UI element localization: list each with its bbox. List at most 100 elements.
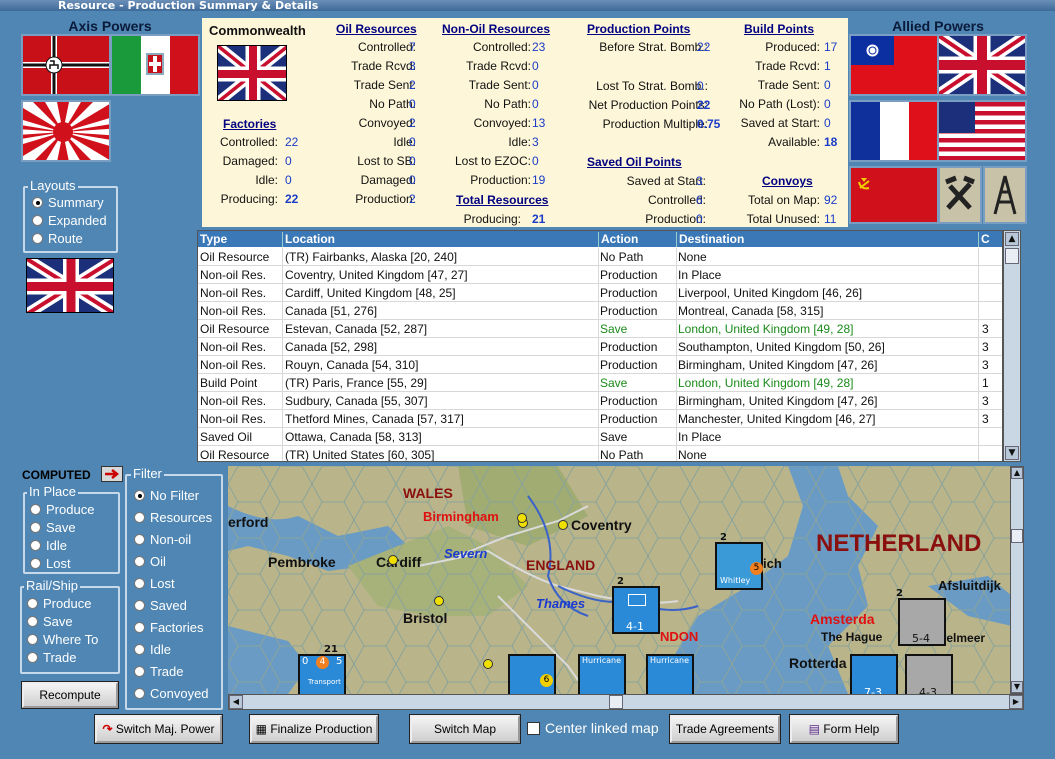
- unit-xxx-3[interactable]: 4-3: [905, 654, 953, 694]
- unit-xxx-1[interactable]: 2 5-4: [896, 588, 946, 646]
- china-flag-cell[interactable]: [849, 34, 939, 96]
- city-birmingham-dot[interactable]: [517, 513, 527, 523]
- in_place-option-radio[interactable]: Lost: [30, 556, 71, 572]
- japan-flag: [3, 102, 123, 162]
- city-coventry-dot-2[interactable]: [558, 520, 568, 530]
- table-row[interactable]: Non-oil Res. Cardiff, United Kingdom [48,…: [198, 284, 1002, 302]
- rail_ship-option-radio[interactable]: Where To: [27, 632, 98, 648]
- filter-option-radio[interactable]: Non-oil: [134, 532, 191, 548]
- oil-value: 0: [409, 135, 416, 149]
- col-action-header[interactable]: Action: [598, 232, 638, 247]
- country-name: Commonwealth: [209, 23, 306, 38]
- in_place-option-radio[interactable]: Save: [30, 520, 76, 536]
- computed-arrow-button[interactable]: [101, 466, 123, 482]
- total-label: Producing:: [463, 212, 521, 226]
- filter-option-label: No Filter: [150, 488, 200, 503]
- ussr-flag-cell[interactable]: [849, 166, 939, 224]
- table-row[interactable]: Build Point (TR) Paris, France [55, 29] Sa…: [198, 374, 1002, 392]
- finalize-production-button[interactable]: ▦ Finalize Production: [249, 714, 379, 744]
- map-hscroll-thumb[interactable]: [609, 695, 623, 709]
- nonoil-label: Idle:: [508, 135, 531, 149]
- table-row[interactable]: Saved Oil Ottawa, Canada [58, 313] Save In …: [198, 428, 1002, 446]
- table-row[interactable]: Non-oil Res. Rouyn, Canada [54, 310] Produ…: [198, 356, 1002, 374]
- map-label-severn: Severn: [444, 546, 488, 561]
- map-vertical-scrollbar[interactable]: ▲ ▼: [1010, 466, 1024, 694]
- resource-mine-cell[interactable]: [938, 166, 982, 224]
- italy-flag-cell[interactable]: [110, 34, 200, 96]
- city-bristol-dot[interactable]: [434, 596, 444, 606]
- rail_ship-option-radio[interactable]: Save: [27, 614, 73, 630]
- in_place-option-radio[interactable]: Idle: [30, 538, 67, 554]
- scroll-up-icon[interactable]: ▲: [1005, 232, 1019, 246]
- filter-option-radio[interactable]: No Filter: [134, 488, 199, 504]
- unit-xxx-2[interactable]: 7-3: [850, 654, 898, 694]
- col-location-header[interactable]: Location: [282, 232, 335, 247]
- switch-map-button[interactable]: Switch Map: [409, 714, 521, 744]
- filter-option-radio[interactable]: Convoyed: [134, 686, 209, 702]
- usa-flag-cell[interactable]: [937, 100, 1027, 162]
- filter-option-radio[interactable]: Lost: [134, 576, 175, 592]
- table-row[interactable]: Non-oil Res. Coventry, United Kingdom [47…: [198, 266, 1002, 284]
- rail-ship-title: Rail/Ship: [24, 578, 81, 593]
- center-linked-map-checkbox[interactable]: [527, 722, 540, 735]
- unit-hurricane-2[interactable]: Hurricane: [646, 654, 694, 694]
- scroll-left-icon[interactable]: ◀: [229, 695, 243, 709]
- table-cell: London, United Kingdom [49, 28]: [678, 376, 854, 390]
- col-c-header[interactable]: C: [978, 232, 1002, 247]
- table-row[interactable]: Non-oil Res. Sudbury, Canada [55, 307] Pro…: [198, 392, 1002, 410]
- scroll-down-icon[interactable]: ▼: [1005, 446, 1019, 460]
- scroll-thumb[interactable]: [1005, 248, 1019, 264]
- layout-route-radio[interactable]: Route: [32, 231, 83, 247]
- map-horizontal-scrollbar[interactable]: ◀ ▶: [228, 694, 1024, 710]
- table-row[interactable]: Oil Resource (TR) United States [60, 305]…: [198, 446, 1002, 461]
- form-help-button[interactable]: ▤ Form Help: [789, 714, 899, 744]
- map-vscroll-thumb[interactable]: [1011, 529, 1023, 543]
- trade-agreements-button[interactable]: Trade Agreements: [669, 714, 781, 744]
- table-cell: 1: [982, 376, 989, 390]
- filter-option-radio[interactable]: Resources: [134, 510, 212, 526]
- factories-value: 0: [285, 173, 292, 187]
- map-view[interactable]: WALES Birmingham Coventry erford Pembrok…: [228, 466, 1012, 694]
- table-row[interactable]: Non-oil Res. Thetford Mines, Canada [57, …: [198, 410, 1002, 428]
- layout-expanded-radio[interactable]: Expanded: [32, 213, 107, 229]
- recompute-button[interactable]: Recompute: [21, 681, 119, 709]
- oil-derrick-cell[interactable]: [983, 166, 1027, 224]
- filter-option-radio[interactable]: Oil: [134, 554, 166, 570]
- col-destination-header[interactable]: Destination: [676, 232, 744, 247]
- filter-option-label: Oil: [150, 554, 166, 569]
- filter-option-radio[interactable]: Trade: [134, 664, 183, 680]
- table-row[interactable]: Non-oil Res. Canada [51, 276] Production Mo…: [198, 302, 1002, 320]
- table-cell: Non-oil Res.: [200, 340, 267, 354]
- germany-flag-cell[interactable]: [21, 34, 111, 96]
- layout-summary-radio[interactable]: Summary: [32, 195, 104, 211]
- city-dot[interactable]: [483, 659, 493, 669]
- scroll-down-icon[interactable]: ▼: [1011, 681, 1023, 693]
- unit-whitley[interactable]: 2 Whitley 5: [715, 532, 763, 590]
- scroll-right-icon[interactable]: ▶: [1009, 695, 1023, 709]
- uk-flag-cell[interactable]: [935, 31, 1029, 99]
- filter-option-radio[interactable]: Idle: [134, 642, 171, 658]
- unit-hurricane-1[interactable]: Hurricane: [578, 654, 626, 694]
- france-flag-cell[interactable]: [849, 100, 939, 162]
- unit-corps[interactable]: 2 4-1: [612, 576, 660, 634]
- help-book-icon: ▤: [808, 722, 820, 736]
- filter-option-radio[interactable]: Factories: [134, 620, 203, 636]
- unit-fighter[interactable]: 6: [508, 654, 556, 694]
- radio-dot: [32, 197, 43, 208]
- city-cardiff-dot[interactable]: [388, 555, 398, 565]
- table-row[interactable]: Non-oil Res. Canada [52, 298] Production So…: [198, 338, 1002, 356]
- table-scrollbar[interactable]: ▲ ▼: [1003, 230, 1021, 462]
- filter-option-radio[interactable]: Saved: [134, 598, 187, 614]
- unit-transport[interactable]: 21 0 4 5 Transport: [298, 644, 346, 694]
- rail_ship-option-radio[interactable]: Trade: [27, 650, 76, 666]
- scroll-up-icon[interactable]: ▲: [1011, 467, 1023, 479]
- table-row[interactable]: Oil Resource Estevan, Canada [52, 287] Sav…: [198, 320, 1002, 338]
- table-row[interactable]: Oil Resource (TR) Fairbanks, Alaska [20, …: [198, 248, 1002, 266]
- table-cell: Coventry, United Kingdom [47, 27]: [285, 268, 468, 282]
- factories-value: 0: [285, 154, 292, 168]
- japan-flag-cell[interactable]: [3, 100, 123, 162]
- in_place-option-radio[interactable]: Produce: [30, 502, 94, 518]
- col-type-header[interactable]: Type: [198, 232, 227, 247]
- switch-major-power-button[interactable]: ↷ Switch Maj. Power: [94, 714, 223, 744]
- rail_ship-option-radio[interactable]: Produce: [27, 596, 91, 612]
